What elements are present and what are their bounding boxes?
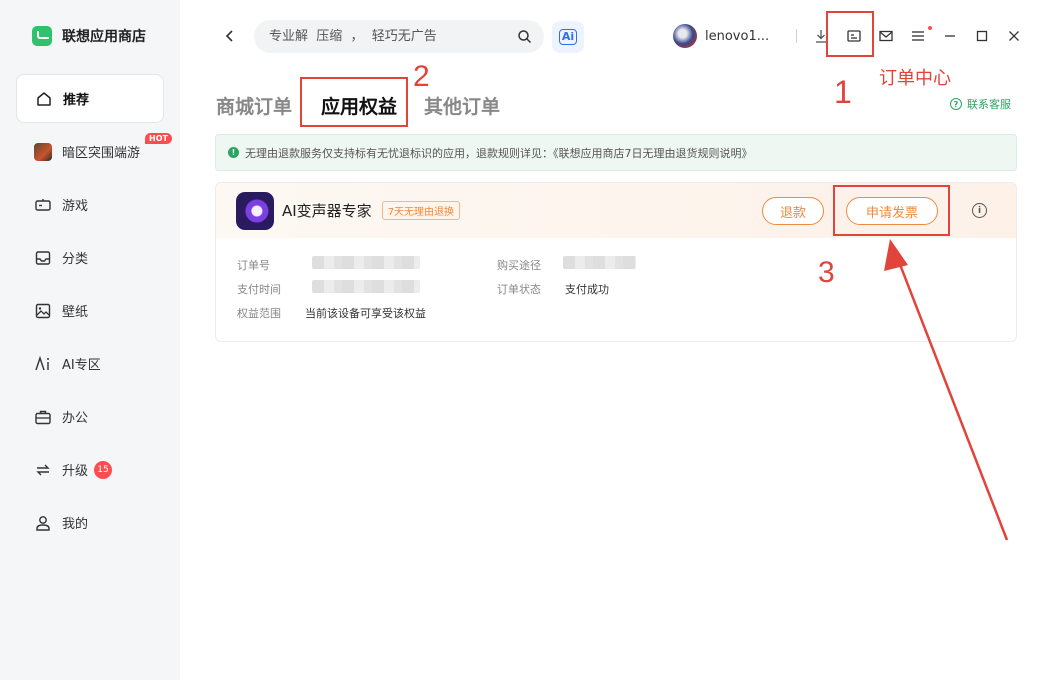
- minimize-icon: [945, 35, 955, 37]
- info-icon: !: [228, 147, 239, 158]
- search-icon[interactable]: [517, 29, 532, 44]
- update-count-badge: 15: [94, 460, 113, 479]
- purchase-channel-value-redacted: [563, 256, 636, 269]
- annotation-step-2: 2: [413, 60, 430, 93]
- user-profile[interactable]: lenovo1...: [673, 24, 769, 48]
- sidebar-item-recommend[interactable]: 推荐: [16, 74, 164, 123]
- sidebar-item-label: 游戏: [62, 199, 89, 214]
- purchase-channel-label: 购买途径: [497, 259, 541, 272]
- pay-time-value-redacted: [312, 280, 420, 293]
- sidebar-item-ai-zone[interactable]: AI专区: [16, 339, 164, 388]
- ai-assistant-button[interactable]: Ai: [552, 21, 584, 53]
- store-logo-icon: [32, 26, 52, 46]
- contact-service-link[interactable]: ? 联系客服: [950, 96, 1011, 112]
- sidebar-item-wallpaper[interactable]: 壁纸: [16, 286, 164, 335]
- sidebar-item-label: AI专区: [62, 358, 101, 373]
- ai-icon: Ai: [558, 29, 578, 45]
- tab-mall-orders[interactable]: 商城订单: [216, 92, 292, 119]
- ai-icon: [34, 355, 52, 373]
- avatar: [673, 24, 697, 48]
- refund-notice-text: 无理由退款服务仅支持标有无忧退标识的应用，退款规则详见：《联想应用商店7日无理由…: [245, 146, 753, 160]
- briefcase-icon: [34, 408, 52, 426]
- voice-changer-app-icon: [236, 191, 274, 230]
- close-button[interactable]: [1005, 27, 1023, 45]
- order-status-value: 支付成功: [565, 283, 609, 296]
- maximize-button[interactable]: [973, 27, 991, 45]
- info-icon[interactable]: i: [972, 203, 987, 218]
- game-thumbnail-icon: [34, 142, 52, 161]
- sidebar-item-office[interactable]: 办公: [16, 392, 164, 441]
- sidebar-item-label: 暗区突围端游: [62, 146, 141, 161]
- rights-scope-value: 当前该设备可享受该权益: [305, 307, 426, 320]
- maximize-icon: [976, 30, 988, 42]
- sidebar-item-label: 推荐: [63, 93, 90, 108]
- sidebar-item-label: 升级: [62, 464, 89, 479]
- annotation-arrow: [884, 239, 1009, 541]
- refund-button[interactable]: 退款: [762, 197, 824, 225]
- order-number-label: 订单号: [237, 259, 270, 272]
- refund-notice: ! 无理由退款服务仅支持标有无忧退标识的应用，退款规则详见：《联想应用商店7日无…: [215, 134, 1017, 171]
- app-title: 联想应用商店: [62, 29, 146, 45]
- hot-badge: HOT: [145, 133, 172, 144]
- minimize-button[interactable]: [941, 27, 959, 45]
- sidebar-item-label: 我的: [62, 517, 89, 532]
- brand: 联想应用商店: [32, 26, 146, 46]
- back-button[interactable]: [220, 26, 240, 46]
- gamepad-icon: [34, 196, 52, 214]
- refund-tag: 7天无理由退换: [381, 201, 461, 220]
- username: lenovo1...: [705, 28, 770, 44]
- update-icon: [34, 461, 52, 479]
- sidebar-item-label: 分类: [62, 252, 89, 267]
- mail-icon: [879, 30, 893, 42]
- sidebar-item-label: 壁纸: [62, 305, 89, 320]
- inbox-icon: [34, 249, 52, 267]
- sidebar-item-games[interactable]: 游戏: [16, 180, 164, 229]
- home-icon: [35, 90, 53, 108]
- order-number-value-redacted: [312, 256, 420, 269]
- annotation-step-3: 3: [818, 256, 835, 289]
- help-icon: ?: [950, 98, 962, 110]
- image-icon: [34, 302, 52, 320]
- messages-button[interactable]: [877, 27, 895, 45]
- annotation-caption-order-center: 订单中心: [879, 68, 951, 88]
- notification-dot: [928, 26, 932, 30]
- search-input[interactable]: [269, 29, 499, 44]
- close-icon: [1009, 31, 1019, 41]
- annotation-box-order-center: [826, 11, 874, 57]
- user-icon: [34, 514, 52, 532]
- sidebar-item-game-promo[interactable]: 暗区突围端游 HOT: [16, 127, 172, 176]
- app-name: AI变声器专家: [282, 202, 372, 220]
- divider: [796, 29, 797, 43]
- sidebar-item-label: 办公: [62, 411, 89, 426]
- annotation-box-invoice: [833, 185, 950, 236]
- menu-button[interactable]: [909, 27, 927, 45]
- sidebar-item-categories[interactable]: 分类: [16, 233, 164, 282]
- pay-time-label: 支付时间: [237, 283, 281, 296]
- order-status-label: 订单状态: [497, 283, 541, 296]
- annotation-box-app-rights-tab: [300, 77, 408, 127]
- menu-icon: [912, 31, 924, 41]
- tab-other-orders[interactable]: 其他订单: [424, 92, 500, 119]
- chevron-left-icon: [225, 30, 233, 42]
- sidebar: 联想应用商店 推荐 暗区突围端游 HOT 游戏 分类 壁纸 AI专区 办公 升级…: [0, 0, 180, 680]
- sidebar-item-update[interactable]: 升级 15: [16, 445, 164, 494]
- annotation-step-1: 1: [834, 74, 852, 110]
- rights-scope-label: 权益范围: [237, 307, 281, 320]
- sidebar-nav: 推荐 暗区突围端游 HOT 游戏 分类 壁纸 AI专区 办公 升级 15 我的: [16, 74, 172, 551]
- search-bar: [254, 20, 544, 53]
- contact-service-label: 联系客服: [967, 98, 1011, 111]
- sidebar-item-mine[interactable]: 我的: [16, 498, 164, 547]
